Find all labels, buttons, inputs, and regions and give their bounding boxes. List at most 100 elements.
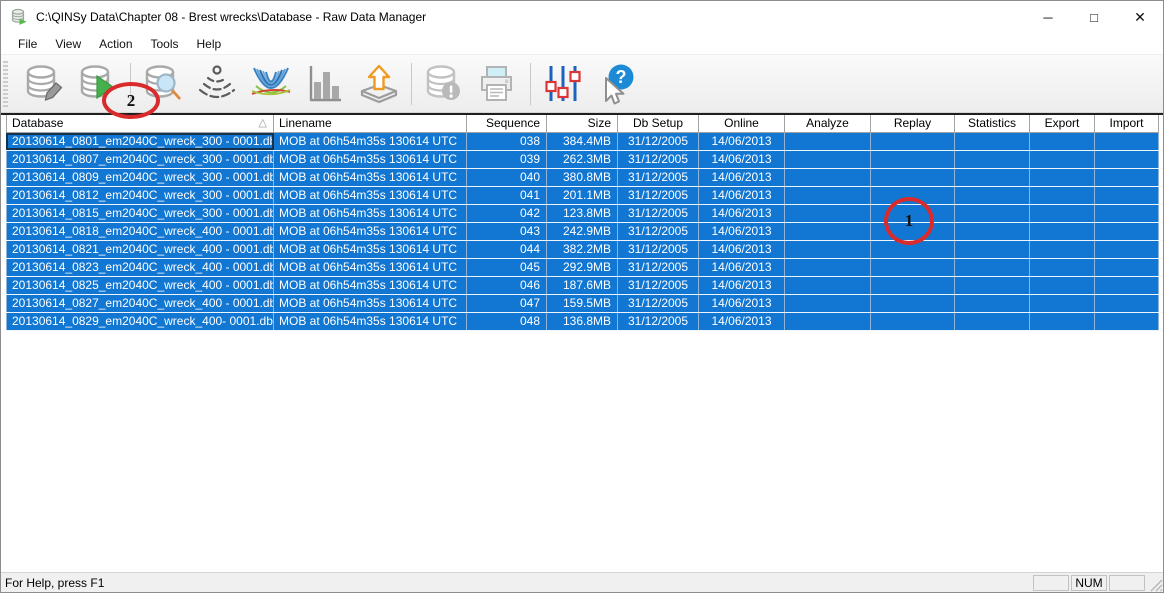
table-cell[interactable]: 136.8MB <box>547 313 618 330</box>
table-cell[interactable]: MOB at 06h54m35s 130614 UTC <box>274 295 467 312</box>
table-cell[interactable]: MOB at 06h54m35s 130614 UTC <box>274 151 467 168</box>
menu-file[interactable]: File <box>9 35 46 53</box>
table-cell[interactable]: 31/12/2005 <box>618 259 699 276</box>
table-cell[interactable]: 048 <box>467 313 547 330</box>
print-button[interactable] <box>471 59 525 109</box>
table-cell[interactable] <box>955 313 1030 330</box>
table-cell[interactable]: 20130614_0818_em2040C_wreck_400 - 0001.d… <box>6 223 274 240</box>
column-header[interactable]: Sequence <box>467 115 547 133</box>
table-cell[interactable]: MOB at 06h54m35s 130614 UTC <box>274 313 467 330</box>
table-row[interactable]: 20130614_0825_em2040C_wreck_400 - 0001.d… <box>6 277 1163 295</box>
table-cell[interactable] <box>785 277 871 294</box>
menu-action[interactable]: Action <box>90 35 141 53</box>
table-cell[interactable]: MOB at 06h54m35s 130614 UTC <box>274 187 467 204</box>
table-cell[interactable]: 20130614_0812_em2040C_wreck_300 - 0001.d… <box>6 187 274 204</box>
table-cell[interactable]: 14/06/2013 <box>699 205 785 222</box>
table-cell[interactable] <box>785 223 871 240</box>
table-cell[interactable] <box>1030 169 1095 186</box>
table-cell[interactable] <box>871 151 955 168</box>
table-cell[interactable]: MOB at 06h54m35s 130614 UTC <box>274 241 467 258</box>
table-row[interactable]: 20130614_0815_em2040C_wreck_300 - 0001.d… <box>6 205 1163 223</box>
table-cell[interactable]: 040 <box>467 169 547 186</box>
table-cell[interactable]: MOB at 06h54m35s 130614 UTC <box>274 277 467 294</box>
table-cell[interactable]: 20130614_0809_em2040C_wreck_300 - 0001.d… <box>6 169 274 186</box>
table-cell[interactable]: 20130614_0801_em2040C_wreck_300 - 0001.d… <box>6 133 274 150</box>
table-row[interactable]: 20130614_0809_em2040C_wreck_300 - 0001.d… <box>6 169 1163 187</box>
column-header[interactable]: Db Setup <box>618 115 699 133</box>
table-cell[interactable]: 31/12/2005 <box>618 241 699 258</box>
table-cell[interactable]: 044 <box>467 241 547 258</box>
table-cell[interactable] <box>955 295 1030 312</box>
table-cell[interactable] <box>1030 187 1095 204</box>
table-cell[interactable] <box>955 205 1030 222</box>
context-help-button[interactable]: ? <box>590 59 644 109</box>
table-cell[interactable]: 31/12/2005 <box>618 187 699 204</box>
table-cell[interactable] <box>1030 205 1095 222</box>
table-cell[interactable]: 043 <box>467 223 547 240</box>
table-cell[interactable] <box>955 169 1030 186</box>
resize-grip[interactable] <box>1147 574 1163 592</box>
multibeam-view-button[interactable] <box>244 59 298 109</box>
table-cell[interactable]: 045 <box>467 259 547 276</box>
table-cell[interactable]: 292.9MB <box>547 259 618 276</box>
table-cell[interactable]: 14/06/2013 <box>699 169 785 186</box>
table-cell[interactable]: 262.3MB <box>547 151 618 168</box>
table-cell[interactable] <box>1030 259 1095 276</box>
table-cell[interactable]: 31/12/2005 <box>618 313 699 330</box>
menu-tools[interactable]: Tools <box>142 35 188 53</box>
table-row[interactable]: 20130614_0829_em2040C_wreck_400- 0001.db… <box>6 313 1163 331</box>
table-cell[interactable] <box>785 169 871 186</box>
table-cell[interactable]: MOB at 06h54m35s 130614 UTC <box>274 133 467 150</box>
database-info-button[interactable] <box>417 59 471 109</box>
column-header[interactable]: Analyze <box>785 115 871 133</box>
table-cell[interactable] <box>1030 295 1095 312</box>
table-cell[interactable] <box>1095 223 1159 240</box>
settings-button[interactable] <box>536 59 590 109</box>
table-row[interactable]: 20130614_0823_em2040C_wreck_400 - 0001.d… <box>6 259 1163 277</box>
table-cell[interactable] <box>1095 259 1159 276</box>
table-cell[interactable]: 31/12/2005 <box>618 133 699 150</box>
table-cell[interactable]: 123.8MB <box>547 205 618 222</box>
table-cell[interactable] <box>1030 313 1095 330</box>
table-cell[interactable]: 31/12/2005 <box>618 151 699 168</box>
table-cell[interactable]: 14/06/2013 <box>699 277 785 294</box>
table-cell[interactable] <box>785 205 871 222</box>
table-cell[interactable] <box>1030 151 1095 168</box>
table-cell[interactable] <box>871 259 955 276</box>
table-cell[interactable]: MOB at 06h54m35s 130614 UTC <box>274 223 467 240</box>
table-cell[interactable] <box>871 277 955 294</box>
table-cell[interactable] <box>785 241 871 258</box>
column-header[interactable]: Statistics <box>955 115 1030 133</box>
table-cell[interactable] <box>785 187 871 204</box>
table-cell[interactable] <box>955 151 1030 168</box>
table-row[interactable]: 20130614_0801_em2040C_wreck_300 - 0001.d… <box>6 133 1163 151</box>
edit-database-button[interactable] <box>17 59 71 109</box>
table-cell[interactable] <box>1030 133 1095 150</box>
column-header[interactable]: Replay <box>871 115 955 133</box>
table-cell[interactable]: 20130614_0829_em2040C_wreck_400- 0001.db <box>6 313 274 330</box>
table-row[interactable]: 20130614_0821_em2040C_wreck_400 - 0001.d… <box>6 241 1163 259</box>
table-cell[interactable]: 042 <box>467 205 547 222</box>
table-cell[interactable]: 14/06/2013 <box>699 241 785 258</box>
table-cell[interactable] <box>871 313 955 330</box>
table-cell[interactable]: 187.6MB <box>547 277 618 294</box>
table-cell[interactable] <box>1095 169 1159 186</box>
table-cell[interactable]: 046 <box>467 277 547 294</box>
column-header[interactable]: Linename <box>274 115 467 133</box>
table-cell[interactable] <box>1095 187 1159 204</box>
table-cell[interactable] <box>871 295 955 312</box>
table-cell[interactable] <box>1095 295 1159 312</box>
table-cell[interactable]: 242.9MB <box>547 223 618 240</box>
table-cell[interactable]: 31/12/2005 <box>618 295 699 312</box>
table-cell[interactable] <box>1095 133 1159 150</box>
table-cell[interactable]: 31/12/2005 <box>618 277 699 294</box>
table-cell[interactable]: 20130614_0807_em2040C_wreck_300 - 0001.d… <box>6 151 274 168</box>
table-cell[interactable]: 047 <box>467 295 547 312</box>
close-button[interactable]: ✕ <box>1117 1 1163 33</box>
table-cell[interactable] <box>1095 151 1159 168</box>
table-cell[interactable] <box>785 151 871 168</box>
maximize-button[interactable]: □ <box>1071 1 1117 33</box>
table-cell[interactable]: 31/12/2005 <box>618 169 699 186</box>
table-cell[interactable] <box>955 277 1030 294</box>
table-cell[interactable] <box>1095 313 1159 330</box>
